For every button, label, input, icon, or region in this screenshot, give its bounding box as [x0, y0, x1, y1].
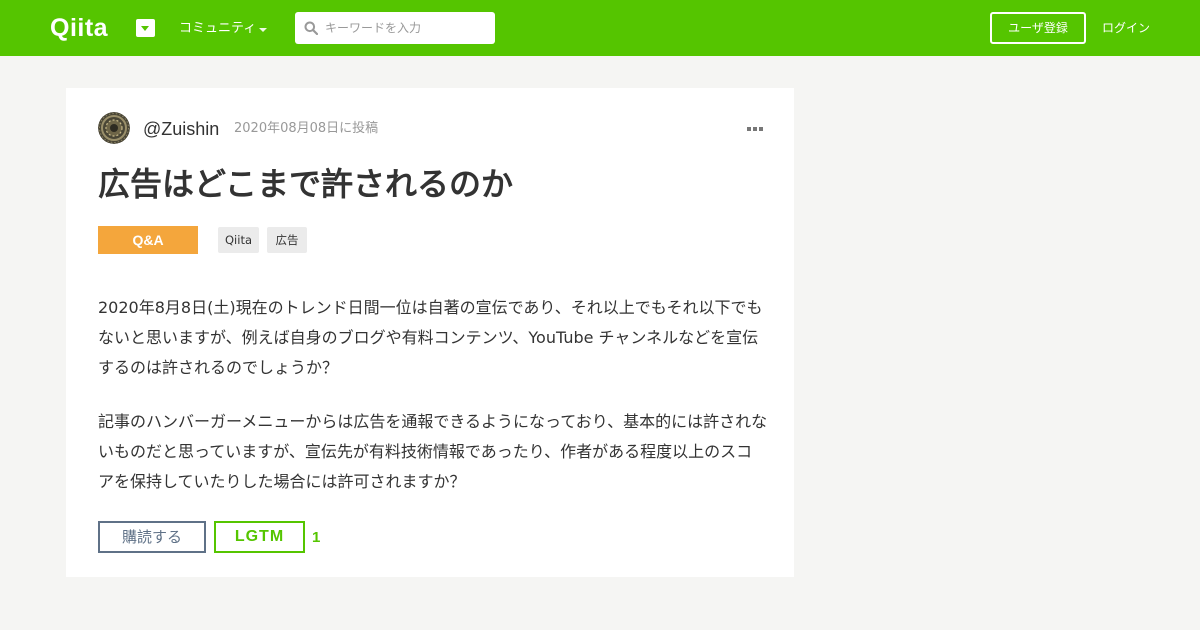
- caret-down-icon: [141, 26, 149, 31]
- lgtm-count[interactable]: 1: [312, 529, 320, 547]
- lgtm-button[interactable]: LGTM: [214, 521, 305, 553]
- qiita-logo[interactable]: Qiita: [50, 13, 108, 43]
- posted-date: 2020年08月08日に投稿: [234, 121, 379, 136]
- ellipsis-icon[interactable]: [747, 127, 763, 131]
- top-navigation-bar: Qiita コミュニティ ユーザ登録 ログイン: [0, 0, 1200, 56]
- article-card: @Zuishin 2020年08月08日に投稿 広告はどこまで許されるのか Q&…: [66, 88, 794, 577]
- search-icon: [304, 21, 318, 35]
- article-title: 広告はどこまで許されるのか: [98, 165, 514, 203]
- author-username[interactable]: @Zuishin: [143, 118, 219, 140]
- search-input[interactable]: [325, 12, 490, 44]
- community-caret-icon: [259, 28, 267, 32]
- body-paragraph-1: 2020年8月8日(土)現在のトレンド日間一位は自著の宣伝であり、それ以上でもそ…: [98, 298, 763, 377]
- tag-advertising[interactable]: 広告: [267, 227, 307, 253]
- body-paragraph-2: 記事のハンバーガーメニューからは広告を通報できるようになっており、基本的には許さ…: [98, 412, 768, 491]
- tag-qiita[interactable]: Qiita: [218, 227, 259, 253]
- login-link[interactable]: ログイン: [1102, 20, 1150, 36]
- signup-button[interactable]: ユーザ登録: [990, 12, 1086, 44]
- search-box: [295, 12, 495, 44]
- community-menu[interactable]: コミュニティ: [179, 21, 256, 37]
- subscribe-button[interactable]: 購読する: [98, 521, 206, 553]
- avatar[interactable]: [98, 112, 130, 144]
- avatar-image: [98, 112, 130, 144]
- qa-badge: Q&A: [98, 226, 198, 254]
- logo-dropdown-button[interactable]: [136, 19, 155, 37]
